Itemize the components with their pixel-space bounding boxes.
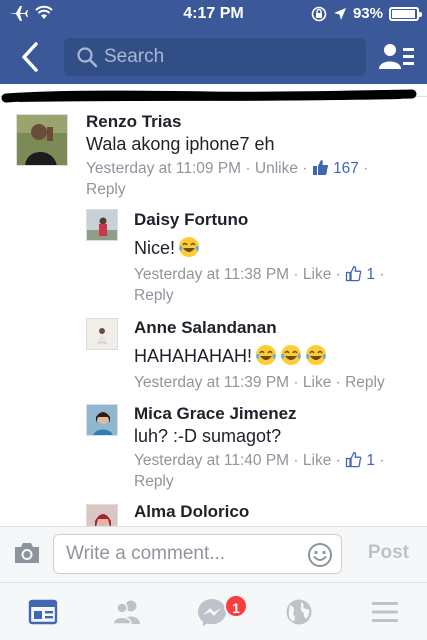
orientation-lock-icon	[311, 6, 327, 21]
comment-input-box[interactable]	[53, 534, 342, 574]
avatar-photo	[87, 210, 117, 240]
comment-item: Renzo Trias Wala akong iphone7 eh Yester…	[0, 84, 427, 204]
emoji-picker-icon[interactable]	[307, 542, 333, 568]
comment-item: Mica Grace Jimenez luh? :-D sumagot? Yes…	[0, 400, 427, 500]
comment-text: Nice!	[134, 236, 200, 259]
comment-meta: Yesterday at 11:40 PM · Like · 1 · Reply	[134, 451, 385, 490]
commenter-name[interactable]: Renzo Trias	[86, 112, 181, 132]
avatar-photo	[87, 405, 117, 435]
like-count[interactable]: 1	[366, 266, 375, 283]
globe-icon[interactable]	[283, 597, 315, 627]
friends-icon[interactable]	[111, 597, 143, 627]
unlike-link[interactable]: Unlike	[255, 160, 298, 177]
post-button[interactable]: Post	[368, 542, 409, 564]
avatar-photo	[87, 505, 117, 526]
camera-icon[interactable]	[13, 541, 41, 565]
laughing-tears-emoji-icon	[256, 345, 277, 365]
comment-time[interactable]: Yesterday at 11:40 PM	[134, 452, 289, 469]
reply-link[interactable]: Reply	[86, 181, 126, 198]
avatar-photo	[17, 115, 67, 165]
comment-time[interactable]: Yesterday at 11:09 PM	[86, 160, 241, 177]
like-link[interactable]: Like	[303, 452, 331, 469]
commenter-name[interactable]: Daisy Fortuno	[134, 210, 248, 230]
comment-time[interactable]: Yesterday at 11:39 PM	[134, 374, 289, 391]
laughing-tears-emoji-icon	[281, 345, 302, 365]
avatar[interactable]	[16, 114, 68, 166]
search-placeholder: Search	[104, 46, 165, 67]
comment-text-content: Nice!	[134, 238, 176, 258]
comment-item: Alma Dolorico	[0, 500, 427, 526]
commenter-name[interactable]: Anne Salandanan	[134, 318, 277, 338]
comment-item: Daisy Fortuno Nice! Yesterday at 11:38 P…	[0, 204, 427, 314]
messenger-icon[interactable]	[196, 597, 228, 627]
commenter-name[interactable]: Alma Dolorico	[134, 502, 249, 522]
comment-meta: Yesterday at 11:39 PM · Like · Reply	[134, 374, 385, 391]
comment-text: Wala akong iphone7 eh	[86, 134, 275, 154]
battery-icon	[389, 6, 422, 21]
laughing-tears-emoji-icon	[179, 237, 200, 257]
comment-time[interactable]: Yesterday at 11:38 PM	[134, 266, 289, 283]
like-link[interactable]: Like	[303, 374, 331, 391]
comment-text-content: HAHAHAHAH!	[134, 346, 253, 366]
avatar[interactable]	[86, 404, 118, 436]
comment-meta: Yesterday at 11:09 PM · Unlike · 167 · R…	[86, 160, 369, 198]
comment-list[interactable]: Renzo Trias Wala akong iphone7 eh Yester…	[0, 84, 427, 526]
like-thumb-icon	[345, 451, 362, 468]
battery-percent: 93%	[352, 5, 383, 22]
like-count[interactable]: 167	[333, 160, 359, 177]
search-icon	[77, 47, 98, 68]
menu-icon[interactable]	[369, 597, 401, 627]
laughing-tears-emoji-icon	[306, 345, 327, 365]
like-thumb-icon	[312, 160, 328, 175]
like-thumb-icon	[345, 265, 362, 282]
reply-link[interactable]: Reply	[134, 473, 174, 490]
comment-item: Anne Salandanan HAHAHAHAH! Yesterday at …	[0, 314, 427, 400]
comment-composer: Post	[0, 526, 427, 582]
comment-text: HAHAHAHAH!	[134, 344, 327, 367]
comment-input[interactable]	[66, 535, 306, 573]
search-bar[interactable]: Search	[64, 38, 366, 76]
nav-row: Search	[0, 30, 427, 84]
status-right: 93%	[311, 5, 422, 22]
reply-link[interactable]: Reply	[134, 287, 174, 304]
comment-text: luh? :-D sumagot?	[134, 426, 282, 446]
avatar-photo	[87, 319, 117, 349]
top-bar: 4:17 PM 93% Search	[0, 0, 427, 84]
location-icon	[333, 7, 346, 20]
back-chevron-icon[interactable]	[16, 40, 46, 74]
tab-bar	[0, 582, 427, 640]
avatar[interactable]	[86, 209, 118, 241]
messenger-badge: 1	[224, 594, 248, 618]
status-bar: 4:17 PM 93%	[0, 0, 427, 30]
friend-requests-icon[interactable]	[379, 42, 415, 72]
comment-meta: Yesterday at 11:38 PM · Like · 1 · Reply	[134, 265, 385, 304]
news-feed-icon[interactable]	[27, 597, 59, 627]
reply-link[interactable]: Reply	[345, 374, 385, 391]
avatar[interactable]	[86, 318, 118, 350]
avatar[interactable]	[86, 504, 118, 526]
like-link[interactable]: Like	[303, 266, 331, 283]
like-count[interactable]: 1	[366, 452, 375, 469]
commenter-name[interactable]: Mica Grace Jimenez	[134, 404, 297, 424]
